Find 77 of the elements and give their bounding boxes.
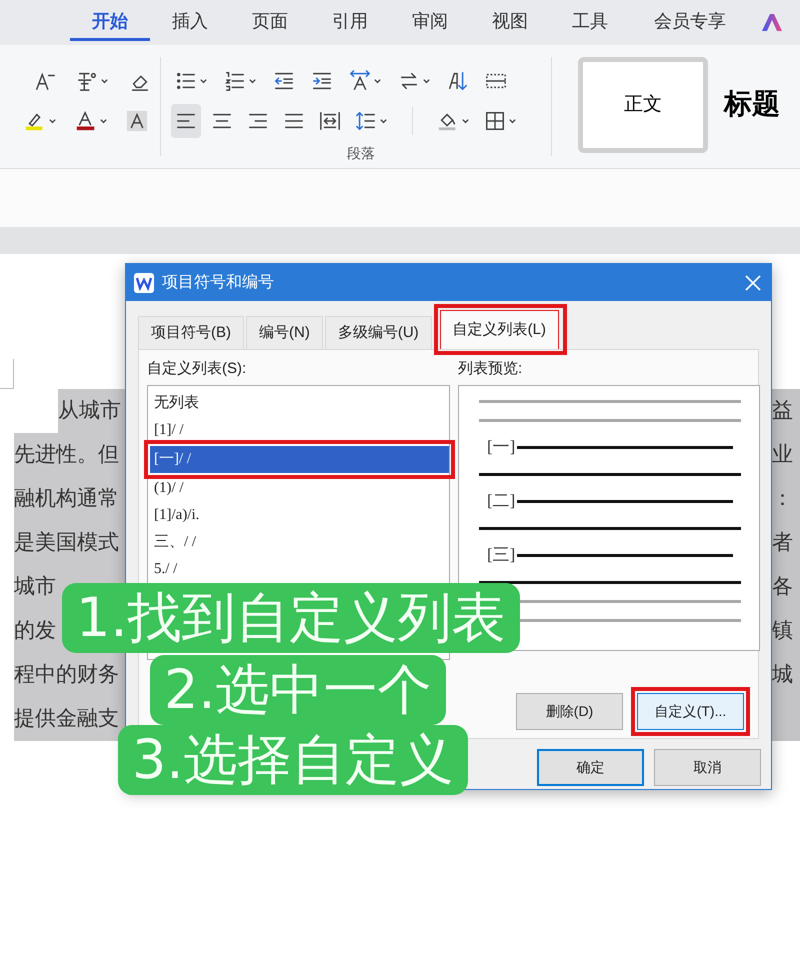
document-text: 各 [770,565,800,609]
list-number: [二] [487,490,516,512]
ribbon-tab[interactable]: 页面 [230,4,310,41]
alignment-button[interactable] [171,104,201,138]
dialog-button[interactable]: 取消 [654,749,761,786]
document-text: 提供金融支 [14,697,125,741]
text-direction-icon [349,70,371,92]
window-title: 项目符号和编号 [162,272,274,292]
dialog-button[interactable]: 自定义(T)... [637,692,744,730]
dialog-tab[interactable]: 多级编号(U) [324,316,432,349]
document-text: 业 [770,433,800,477]
selection-highlight [770,697,800,741]
dialog-button[interactable]: 删除(D) [516,692,623,730]
document-text: 是美国模式 [14,521,125,565]
document-text: 先进性。但 [14,433,125,477]
caret-icon [100,76,109,86]
ribbon-tab[interactable]: 引用 [310,4,390,41]
style-option[interactable]: 标题 [708,57,800,153]
document-text: 从城市 [58,389,125,433]
ribbon-tab[interactable]: 会员专享 [630,4,750,41]
caret-icon [48,116,57,126]
caret-icon [199,76,208,86]
list-number: [三] [487,544,516,566]
dialog-tab[interactable]: 编号(N) [246,316,323,349]
ribbon-tab[interactable]: 开始 [70,4,150,41]
swap-arrows-icon [398,70,420,92]
character-shading-icon [126,110,148,132]
caret-icon [508,116,517,126]
style-option[interactable]: 正文 [578,57,708,153]
ribbon-tab[interactable]: 插入 [150,4,230,41]
list-item[interactable]: [1]/a)/i. [150,502,447,528]
list-item[interactable]: [一]/ / [150,446,449,472]
document-text: 益 [770,389,800,433]
close-icon [743,272,763,292]
caption-overlay: 2.选中一个 [150,655,446,725]
document-text: ： [770,477,800,521]
dialog-tab[interactable]: 项目符号(B) [138,316,244,349]
caret-icon [373,76,382,86]
ribbon-tab[interactable]: 审阅 [390,4,470,41]
field-label: 列表预览: [458,359,524,379]
caret-icon [99,116,108,126]
numbered-list-icon [224,70,246,92]
caption-overlay: 1.找到自定义列表 [62,583,520,653]
document-text: 者 [770,521,800,565]
phonetic-guide-icon [76,70,98,92]
caret-icon [461,116,470,126]
dialog-tab[interactable]: 自定义列表(L) [440,310,559,349]
font-shrink-icon [34,70,56,92]
caption-overlay: 3.选择自定义 [118,725,468,795]
field-label: 自定义列表(S): [147,359,248,379]
document-text: 程中的财务 [14,653,125,697]
app-logo-icon [134,272,154,292]
ribbon-tab[interactable]: 视图 [470,4,550,41]
distributed-align-icon [319,110,341,132]
font-color-icon [75,110,97,132]
page-corner-mark [0,359,14,389]
line-spacing-icon [355,110,377,132]
list-item[interactable]: 三、/ / [150,528,447,556]
list-item[interactable]: (1)/ / [150,474,447,502]
ribbon-tab[interactable]: 工具 [550,4,630,41]
bullet-list-icon [175,70,197,92]
decrease-indent-icon [273,70,295,92]
dialog-button[interactable]: 确定 [537,749,644,786]
document-text: 镇 [770,609,800,653]
sort-icon [447,70,469,92]
group-label: 段落 [346,144,376,163]
list-number: [一] [487,436,516,458]
list-item[interactable]: 5./ / [150,556,447,582]
caret-icon [248,76,257,86]
borders-icon [484,110,506,132]
increase-indent-icon [311,70,333,92]
caret-icon [379,116,388,126]
document-text: 城 [770,653,800,697]
list-item[interactable]: [1]/ / [150,416,447,444]
caret-icon [422,76,431,86]
document-text: 融机构通常 [14,477,125,521]
list-item[interactable]: 无列表 [150,390,447,416]
